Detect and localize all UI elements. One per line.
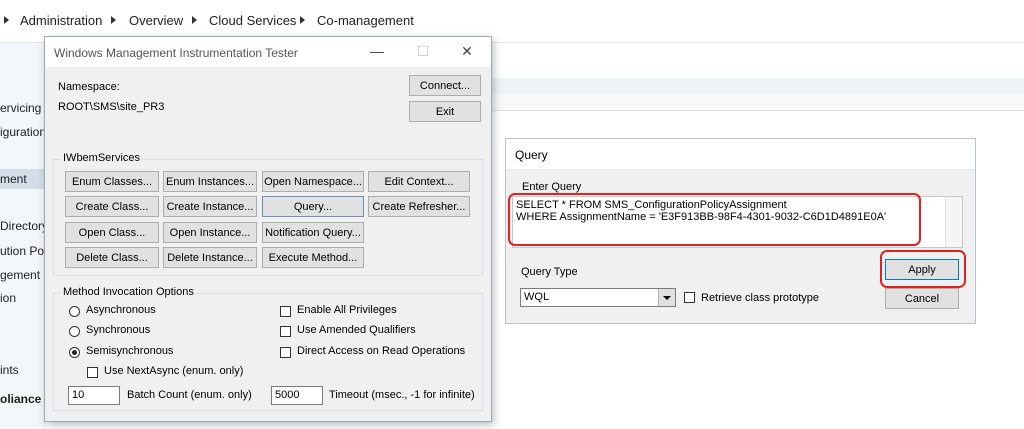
asynchronous-label: Asynchronous xyxy=(86,304,156,316)
close-icon[interactable]: ✕ xyxy=(457,43,477,60)
delete-class-button[interactable]: Delete Class... xyxy=(65,247,159,268)
chevron-right-icon xyxy=(4,16,9,24)
window-title: Windows Management Instrumentation Teste… xyxy=(54,46,298,60)
query-type-label: Query Type xyxy=(521,266,578,278)
apply-highlight xyxy=(880,250,966,288)
minimize-icon[interactable]: — xyxy=(367,43,387,59)
breadcrumb-item-overview[interactable]: Overview xyxy=(129,13,183,28)
nav-item-ion[interactable]: ion xyxy=(0,291,46,305)
left-navigation: ervicing iguration ment Directory ution … xyxy=(0,43,46,429)
iwbemservices-title: IWbemServices xyxy=(61,152,143,164)
chevron-right-icon xyxy=(111,16,116,24)
batch-count-input[interactable]: 10 xyxy=(68,386,120,405)
batch-count-label: Batch Count (enum. only) xyxy=(127,389,252,401)
nav-section-compliance[interactable]: oliance xyxy=(0,392,46,406)
direct-access-checkbox[interactable] xyxy=(280,347,291,358)
delete-instance-button[interactable]: Delete Instance... xyxy=(163,247,257,268)
nav-item-points[interactable]: ints xyxy=(0,363,46,377)
nav-item-management-group[interactable]: gement G xyxy=(0,268,46,282)
enum-instances-button[interactable]: Enum Instances... xyxy=(163,171,257,192)
create-instance-button[interactable]: Create Instance... xyxy=(163,196,257,217)
create-refresher-button[interactable]: Create Refresher... xyxy=(368,196,470,217)
nav-item-directory[interactable]: Directory xyxy=(0,219,46,233)
nav-item-configuration[interactable]: iguration xyxy=(0,125,46,139)
semisynchronous-radio[interactable] xyxy=(69,347,80,358)
chevron-right-icon xyxy=(192,16,197,24)
ribbon-strip xyxy=(490,78,1024,94)
method-invocation-group: Method Invocation Options Asynchronous S… xyxy=(53,286,483,411)
synchronous-label: Synchronous xyxy=(86,324,151,336)
ribbon-strip-secondary xyxy=(490,94,1024,111)
method-invocation-title: Method Invocation Options xyxy=(61,286,196,298)
breadcrumb-item-cloud-services[interactable]: Cloud Services xyxy=(209,13,296,28)
wmi-titlebar: Windows Management Instrumentation Teste… xyxy=(45,37,491,67)
breadcrumb-item-administration[interactable]: Administration xyxy=(20,13,102,28)
breadcrumb-item-co-management[interactable]: Co-management xyxy=(317,13,414,28)
query-type-value: WQL xyxy=(524,291,550,303)
exit-button[interactable]: Exit xyxy=(409,101,481,122)
notification-query-button[interactable]: Notification Query... xyxy=(262,222,364,243)
synchronous-radio[interactable] xyxy=(69,326,80,337)
connect-button[interactable]: Connect... xyxy=(409,75,481,96)
query-button[interactable]: Query... xyxy=(262,196,364,217)
open-class-button[interactable]: Open Class... xyxy=(65,222,159,243)
nav-item-distribution-point[interactable]: ution Po xyxy=(0,244,46,258)
enum-classes-button[interactable]: Enum Classes... xyxy=(65,171,159,192)
chevron-right-icon xyxy=(300,16,305,24)
open-namespace-button[interactable]: Open Namespace... xyxy=(262,171,364,192)
execute-method-button[interactable]: Execute Method... xyxy=(262,247,364,268)
wmi-tester-window: Windows Management Instrumentation Teste… xyxy=(44,36,492,422)
query-highlight xyxy=(508,193,921,246)
enable-all-privileges-label: Enable All Privileges xyxy=(297,304,397,316)
timeout-label: Timeout (msec., -1 for infinite) xyxy=(329,389,475,401)
iwbemservices-group: IWbemServices Enum Classes... Enum Insta… xyxy=(53,152,483,276)
use-amended-qualifiers-checkbox[interactable] xyxy=(280,326,291,337)
namespace-label: Namespace: xyxy=(58,81,120,93)
use-amended-qualifiers-label: Use Amended Qualifiers xyxy=(297,324,416,336)
cancel-button[interactable]: Cancel xyxy=(885,288,959,309)
query-dialog: Query Enter Query SELECT * FROM SMS_Conf… xyxy=(505,138,976,324)
open-instance-button[interactable]: Open Instance... xyxy=(163,222,257,243)
namespace-value: ROOT\SMS\site_PR3 xyxy=(58,101,165,113)
direct-access-label: Direct Access on Read Operations xyxy=(297,345,466,357)
semisynchronous-label: Semisynchronous xyxy=(86,345,174,357)
use-next-async-label: Use NextAsync (enum. only) xyxy=(104,365,244,377)
enable-all-privileges-checkbox[interactable] xyxy=(280,306,291,317)
create-class-button[interactable]: Create Class... xyxy=(65,196,159,217)
query-scrollbar[interactable] xyxy=(945,197,962,247)
maximize-icon: ☐ xyxy=(416,43,430,59)
chevron-down-icon[interactable] xyxy=(658,289,675,306)
retrieve-class-prototype-checkbox[interactable] xyxy=(684,292,695,303)
edit-context-button[interactable]: Edit Context... xyxy=(368,171,470,192)
query-titlebar: Query xyxy=(506,139,975,170)
enter-query-label: Enter Query xyxy=(522,181,582,193)
use-next-async-checkbox[interactable] xyxy=(87,367,98,378)
query-dialog-title: Query xyxy=(515,148,548,162)
nav-item-servicing[interactable]: ervicing xyxy=(0,101,46,115)
nav-item-management[interactable]: ment xyxy=(0,169,46,189)
query-type-select[interactable]: WQL xyxy=(520,288,676,307)
retrieve-class-prototype-label: Retrieve class prototype xyxy=(701,292,819,304)
asynchronous-radio[interactable] xyxy=(69,306,80,317)
timeout-input[interactable]: 5000 xyxy=(271,386,323,405)
